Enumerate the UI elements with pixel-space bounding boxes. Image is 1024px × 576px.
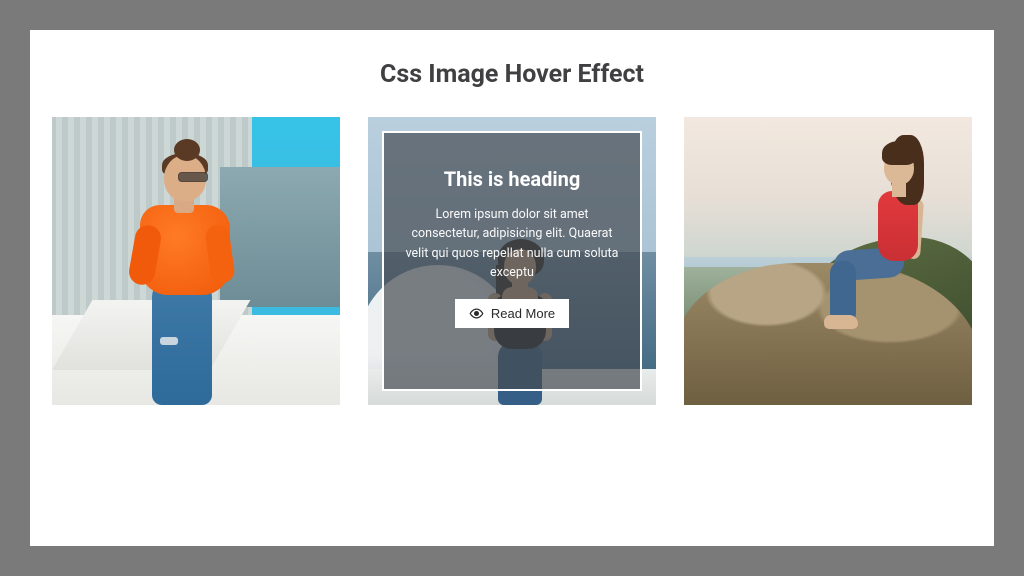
image-card-2[interactable]: This is heading Lorem ipsum dolor sit am… (368, 117, 656, 405)
person (122, 145, 242, 405)
eye-icon (469, 306, 484, 321)
hover-overlay: This is heading Lorem ipsum dolor sit am… (382, 131, 642, 391)
image-card-1[interactable] (52, 117, 340, 405)
image-card-3[interactable] (684, 117, 972, 405)
page-canvas: Css Image Hover Effect (30, 30, 994, 546)
page-title: Css Image Hover Effect (380, 60, 644, 89)
person (824, 125, 944, 325)
read-more-button[interactable]: Read More (455, 299, 569, 328)
overlay-heading: This is heading (444, 167, 581, 191)
read-more-label: Read More (491, 306, 555, 321)
card-row: This is heading Lorem ipsum dolor sit am… (52, 117, 972, 405)
overlay-text: Lorem ipsum dolor sit amet consectetur, … (402, 205, 622, 283)
